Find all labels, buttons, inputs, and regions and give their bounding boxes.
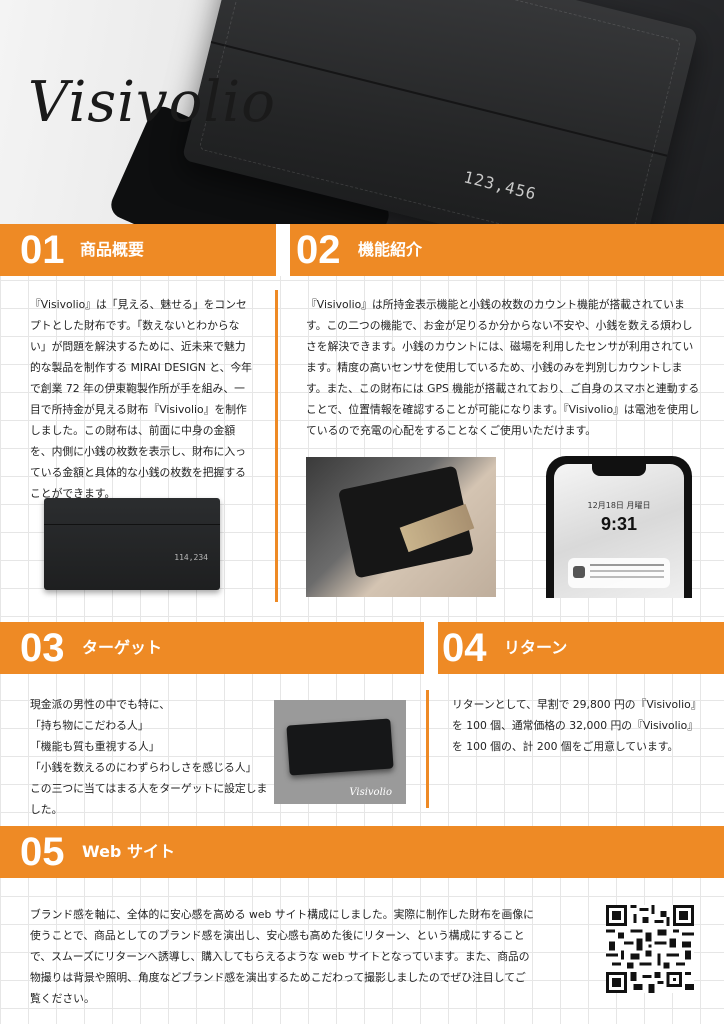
smartphone-lockscreen-image: 12月18日 月曜日 9:31 bbox=[546, 456, 692, 598]
product-wallet-image: 114,234 bbox=[44, 498, 220, 590]
wallet-display-amount: 114,234 bbox=[174, 553, 208, 562]
section-divider bbox=[426, 690, 429, 808]
section-title-05: Web サイト bbox=[82, 842, 175, 861]
target-line: 「持ち物にこだわる人」 bbox=[30, 719, 149, 732]
section-number-04: 04 bbox=[442, 626, 487, 670]
target-line: この三つに当てはまる人をターゲットに設定しました。 bbox=[30, 782, 268, 816]
lockscreen-notification bbox=[568, 558, 670, 588]
section-03-body: 現金派の男性の中でも特に、 「持ち物にこだわる人」 「機能も質も重視する人」 「… bbox=[30, 694, 270, 820]
product-wallet-photo: Visivolio bbox=[274, 700, 406, 804]
section-divider bbox=[275, 290, 278, 602]
qr-code-icon[interactable] bbox=[606, 905, 694, 993]
section-04-body: リターンとして、早割で 29,800 円の『Visivolio』を 100 個、… bbox=[452, 698, 702, 753]
section-01-body: 『Visivolio』は「見える、魅せる」をコンセプトとした財布です。「数えない… bbox=[30, 298, 252, 500]
lockscreen-time: 9:31 bbox=[600, 514, 638, 534]
hero-image: 123,456 Visivolio bbox=[0, 0, 724, 228]
brand-logo: Visivolio bbox=[28, 70, 276, 135]
section-number-01: 01 bbox=[20, 228, 65, 272]
section-title-02: 機能紹介 bbox=[358, 240, 423, 259]
section-number-05: 05 bbox=[20, 830, 65, 874]
section-number-03: 03 bbox=[20, 626, 65, 670]
lockscreen-date: 12月18日 月曜日 bbox=[587, 501, 651, 510]
target-line: 「機能も質も重視する人」 bbox=[30, 740, 160, 753]
target-line: 現金派の男性の中でも特に、 bbox=[30, 698, 171, 711]
section-02-body: 『Visivolio』は所持金表示機能と小銭の枚数のカウント機能が搭載されていま… bbox=[306, 298, 700, 437]
section-title-04: リターン bbox=[504, 638, 568, 657]
target-line: 「小銭を数えるのにわずらわしさを感じる人」 bbox=[30, 761, 257, 774]
section-05-body: ブランド感を軸に、全体的に安心感を高める web サイト構成にしました。実際に制… bbox=[30, 908, 534, 1005]
section-title-01: 商品概要 bbox=[80, 240, 145, 259]
section-number-02: 02 bbox=[296, 228, 341, 272]
wallet-in-hand-photo bbox=[306, 457, 496, 597]
wallet-photo-logo: Visivolio bbox=[349, 787, 392, 798]
section-title-03: ターゲット bbox=[82, 638, 163, 657]
